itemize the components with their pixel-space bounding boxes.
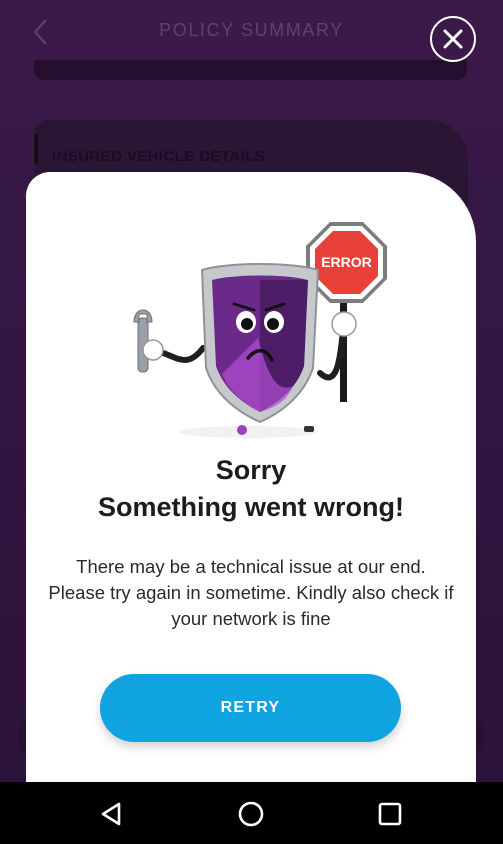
error-message: There may be a technical issue at our en… [48,556,454,629]
card-accent [34,134,38,164]
error-title: Sorry [215,455,287,485]
policy-card-edge [34,60,467,80]
error-subtitle: Something went wrong! [98,492,404,522]
close-button[interactable] [430,16,476,62]
nav-home-button[interactable] [229,792,273,836]
nav-back-button[interactable] [90,792,134,836]
retry-button[interactable]: RETRY [100,674,401,742]
triangle-back-icon [101,802,121,826]
vehicle-card-title: INSURED VEHICLE DETAILS [52,148,266,165]
android-navigation-bar [0,782,503,844]
nav-recent-apps-button[interactable] [368,792,412,836]
square-recent-icon [378,802,402,826]
close-icon [443,29,463,49]
circle-home-icon [238,801,264,827]
error-dialog: ERROR Sorry Something went wrong! There … [26,172,476,784]
error-shield-illustration: ERROR [133,222,387,438]
app-header: POLICY SUMMARY [0,0,503,64]
error-sign-text: ERROR [321,254,372,270]
page-title: POLICY SUMMARY [159,20,344,40]
